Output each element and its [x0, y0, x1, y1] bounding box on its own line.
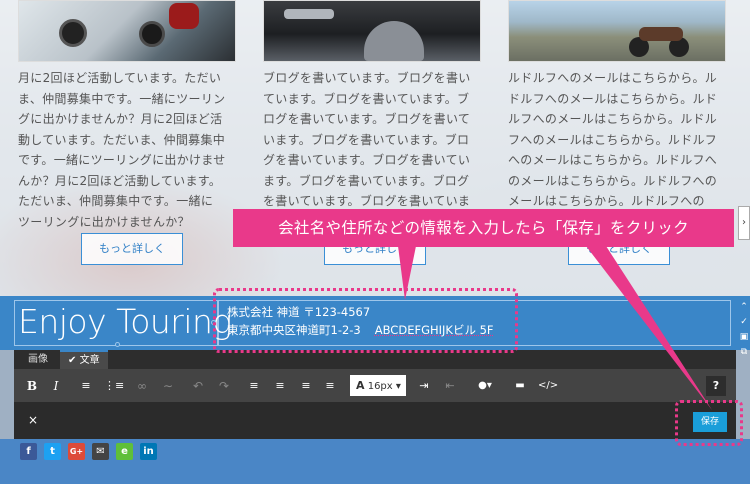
pointer-to-address: [398, 246, 416, 300]
pointer-to-save: [586, 246, 712, 410]
instruction-callout: 会社名や住所などの情報を入力したら「保存」をクリック: [233, 209, 734, 247]
